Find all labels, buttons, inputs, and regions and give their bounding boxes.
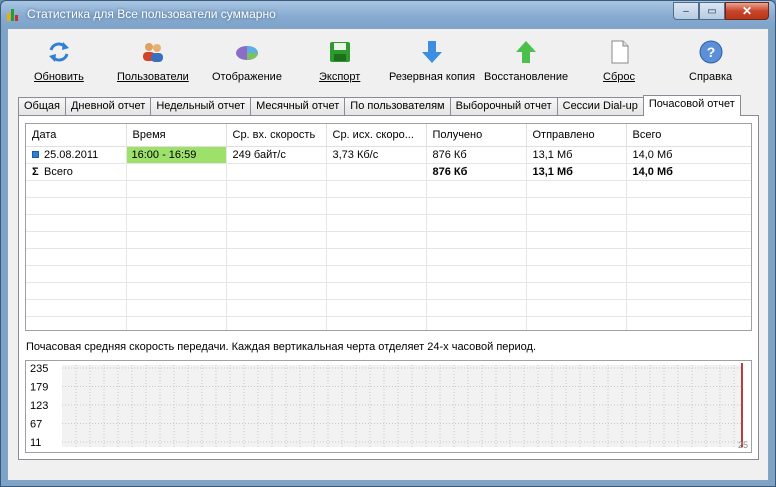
help-label: Справка	[689, 71, 733, 83]
empty-row	[26, 265, 751, 283]
tab-daily[interactable]: Дневной отчет	[64, 97, 151, 116]
help-icon: ?	[698, 39, 724, 65]
display-button[interactable]: Отображение	[212, 39, 282, 87]
speed-chart-svg: 235 179 123 67 11 25	[30, 363, 748, 450]
minimize-button[interactable]: –	[673, 2, 699, 20]
col-received[interactable]: Получено	[426, 124, 527, 147]
empty-row	[26, 197, 751, 215]
empty-row	[26, 299, 751, 317]
cell-date: 25.08.2011	[44, 148, 99, 161]
export-label: Экспорт	[319, 71, 361, 83]
report-tabs: Общая Дневной отчет Недельный отчет Меся…	[18, 95, 741, 116]
total-label: Всего	[44, 165, 73, 178]
users-label: Пользователи	[117, 71, 189, 83]
chart-caption: Почасовая средняя скорость передачи. Каж…	[26, 341, 537, 353]
display-icon	[234, 39, 260, 65]
caption-buttons: – ▭ ✕	[673, 2, 769, 20]
restore-icon	[513, 39, 539, 65]
empty-row	[26, 180, 751, 198]
tab-general[interactable]: Общая	[18, 97, 65, 116]
reset-button[interactable]: Сброс	[603, 39, 635, 87]
y-tick-label: 235	[30, 363, 48, 375]
col-avg-in[interactable]: Ср. вх. скорость	[226, 124, 327, 147]
cell-time: 16:00 - 16:59	[126, 146, 227, 164]
col-sent[interactable]: Отправлено	[526, 124, 627, 147]
x-tick-label: 25	[738, 440, 748, 450]
table-header: Дата Время Ср. вх. скорость Ср. исх. ско…	[26, 124, 751, 147]
refresh-button[interactable]: Обновить	[34, 39, 84, 87]
client-area: Обновить Пользователи Отображение Экспор…	[7, 28, 769, 481]
empty-row	[26, 231, 751, 249]
tab-hourly[interactable]: Почасовой отчет	[642, 95, 741, 116]
report-table[interactable]: Дата Время Ср. вх. скорость Ср. исх. ско…	[25, 123, 752, 331]
col-time[interactable]: Время	[126, 124, 227, 147]
empty-row	[26, 214, 751, 232]
empty-row	[26, 316, 751, 330]
sigma-icon: Σ	[32, 165, 39, 178]
speed-chart: 235 179 123 67 11 25	[25, 360, 752, 453]
window-title: Статистика для Все пользователи суммарно	[27, 7, 276, 21]
empty-row	[26, 248, 751, 266]
stats-app-icon	[7, 7, 21, 21]
table-row[interactable]: 25.08.2011 16:00 - 16:59 249 байт/с 3,73…	[26, 146, 751, 164]
tab-custom[interactable]: Выборочный отчет	[449, 97, 557, 116]
restore-label: Восстановление	[484, 71, 569, 83]
tab-by-users[interactable]: По пользователям	[344, 97, 450, 116]
title-bar[interactable]: Статистика для Все пользователи суммарно…	[1, 1, 775, 27]
row-marker-icon	[32, 150, 39, 158]
hourly-report-panel: Дата Время Ср. вх. скорость Ср. исх. ско…	[18, 115, 759, 460]
refresh-icon	[46, 39, 72, 65]
col-date[interactable]: Дата	[26, 124, 127, 147]
help-button[interactable]: ? Справка	[689, 39, 732, 87]
backup-icon	[419, 39, 445, 65]
empty-row	[26, 282, 751, 300]
backup-label: Резервная копия	[389, 71, 476, 83]
total-row[interactable]: Σ Всего 876 Кб 13,1 Мб 14,0 Мб	[26, 163, 751, 181]
display-label: Отображение	[212, 71, 282, 83]
total-received: 876 Кб	[426, 163, 527, 181]
toolbar: Обновить Пользователи Отображение Экспор…	[8, 29, 768, 91]
y-tick-label: 67	[30, 419, 42, 431]
cell-received: 876 Кб	[426, 146, 527, 164]
y-tick-label: 123	[30, 400, 48, 412]
backup-button[interactable]: Резервная копия	[389, 39, 475, 87]
tab-weekly[interactable]: Недельный отчет	[150, 97, 251, 116]
cell-avg-in: 249 байт/с	[226, 146, 327, 164]
restore-button[interactable]: Восстановление	[484, 39, 568, 87]
app-window: Статистика для Все пользователи суммарно…	[0, 0, 776, 487]
total-total: 14,0 Мб	[626, 163, 751, 181]
reset-icon	[606, 39, 632, 65]
close-button[interactable]: ✕	[725, 2, 769, 20]
tab-monthly[interactable]: Месячный отчет	[250, 97, 345, 116]
tab-dialup[interactable]: Сессии Dial-up	[556, 97, 643, 116]
refresh-label: Обновить	[34, 71, 84, 83]
col-total[interactable]: Всего	[626, 124, 751, 147]
plot-area	[62, 365, 742, 447]
total-sent: 13,1 Мб	[526, 163, 627, 181]
cell-avg-out: 3,73 Кб/с	[326, 146, 427, 164]
y-tick-label: 11	[30, 437, 41, 449]
maximize-button[interactable]: ▭	[699, 2, 725, 20]
cell-total: 14,0 Мб	[626, 146, 751, 164]
users-icon	[140, 39, 166, 65]
reset-label: Сброс	[603, 71, 635, 83]
col-avg-out[interactable]: Ср. исх. скоро...	[326, 124, 427, 147]
y-tick-label: 179	[30, 382, 48, 394]
users-button[interactable]: Пользователи	[117, 39, 189, 87]
export-icon	[327, 39, 353, 65]
svg-text:?: ?	[706, 44, 715, 60]
cell-sent: 13,1 Мб	[526, 146, 627, 164]
export-button[interactable]: Экспорт	[319, 39, 360, 87]
